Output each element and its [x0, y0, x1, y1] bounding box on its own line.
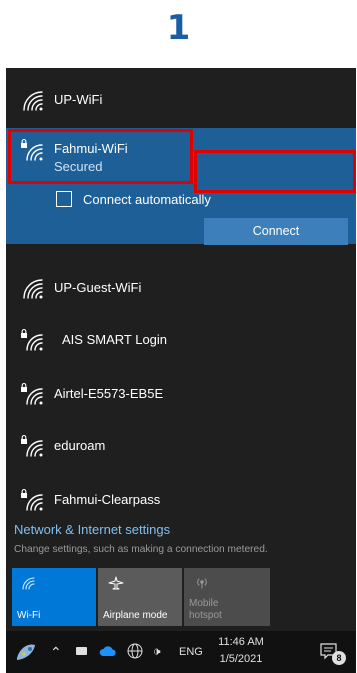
- step-number: 1: [166, 8, 191, 48]
- wifi-secured-icon: [21, 488, 43, 511]
- network-settings-link[interactable]: Network & Internet settings: [14, 522, 170, 537]
- network-name: UP-Guest-WiFi: [54, 280, 142, 295]
- connect-automatically-checkbox[interactable]: [56, 191, 72, 207]
- highlight-box-connect: [194, 150, 356, 193]
- wifi-tile[interactable]: Wi-Fi: [12, 568, 96, 626]
- network-item-fahmui-clearpass[interactable]: Fahmui-Clearpass: [6, 478, 356, 522]
- network-name: Airtel-E5573-EB5E: [54, 386, 164, 401]
- paint-app-icon[interactable]: [14, 641, 38, 663]
- wifi-signal-icon: [23, 279, 43, 299]
- language-indicator[interactable]: ENG: [179, 646, 203, 658]
- chevron-up-icon[interactable]: ⌃: [50, 644, 62, 661]
- wifi-secured-icon: [21, 382, 43, 405]
- tile-label: Mobile hotspot: [189, 598, 222, 621]
- network-item-up-guest-wifi[interactable]: UP-Guest-WiFi: [6, 266, 356, 310]
- network-item-airtel[interactable]: Airtel-E5573-EB5E: [6, 372, 356, 416]
- airplane-mode-tile[interactable]: Airplane mode: [98, 568, 182, 626]
- tile-label: Wi-Fi: [17, 610, 41, 621]
- network-name: eduroam: [54, 438, 106, 453]
- network-item-ais-smart-login[interactable]: AIS SMART Login: [6, 318, 356, 362]
- wifi-icon: [22, 577, 35, 590]
- clock-date[interactable]: 1/5/2021: [210, 653, 272, 665]
- clock-time[interactable]: 11:46 AM: [210, 636, 272, 648]
- mobile-hotspot-tile[interactable]: Mobile hotspot: [184, 568, 270, 626]
- highlight-box-network: [8, 129, 193, 184]
- network-name: Fahmui-Clearpass: [54, 492, 161, 507]
- network-name: AIS SMART Login: [62, 332, 168, 347]
- notification-count-badge: 8: [332, 651, 346, 665]
- network-flyout: UP-WiFi Fahmui-WiFi Secured Connect auto…: [6, 68, 356, 631]
- network-item-up-wifi[interactable]: UP-WiFi: [6, 78, 356, 122]
- wifi-secured-icon: [21, 434, 43, 457]
- tile-label: Airplane mode: [103, 610, 168, 621]
- cloud-icon[interactable]: [99, 645, 117, 657]
- connect-automatically-label[interactable]: Connect automatically: [83, 192, 211, 207]
- battery-icon[interactable]: [76, 647, 87, 655]
- hotspot-icon: [197, 578, 207, 589]
- wifi-signal-icon: [23, 91, 43, 111]
- network-name: UP-WiFi: [54, 92, 103, 107]
- taskbar: ⌃ 🕩 ENG 11:46 AM 1/5/2021 8: [6, 631, 356, 673]
- globe-icon[interactable]: [127, 643, 143, 659]
- wifi-secured-icon: [21, 328, 43, 351]
- volume-icon[interactable]: 🕩: [153, 644, 161, 659]
- connect-button[interactable]: Connect: [204, 218, 348, 245]
- airplane-icon: [108, 576, 124, 590]
- network-item-eduroam[interactable]: eduroam: [6, 424, 356, 468]
- network-settings-subtitle: Change settings, such as making a connec…: [14, 544, 268, 555]
